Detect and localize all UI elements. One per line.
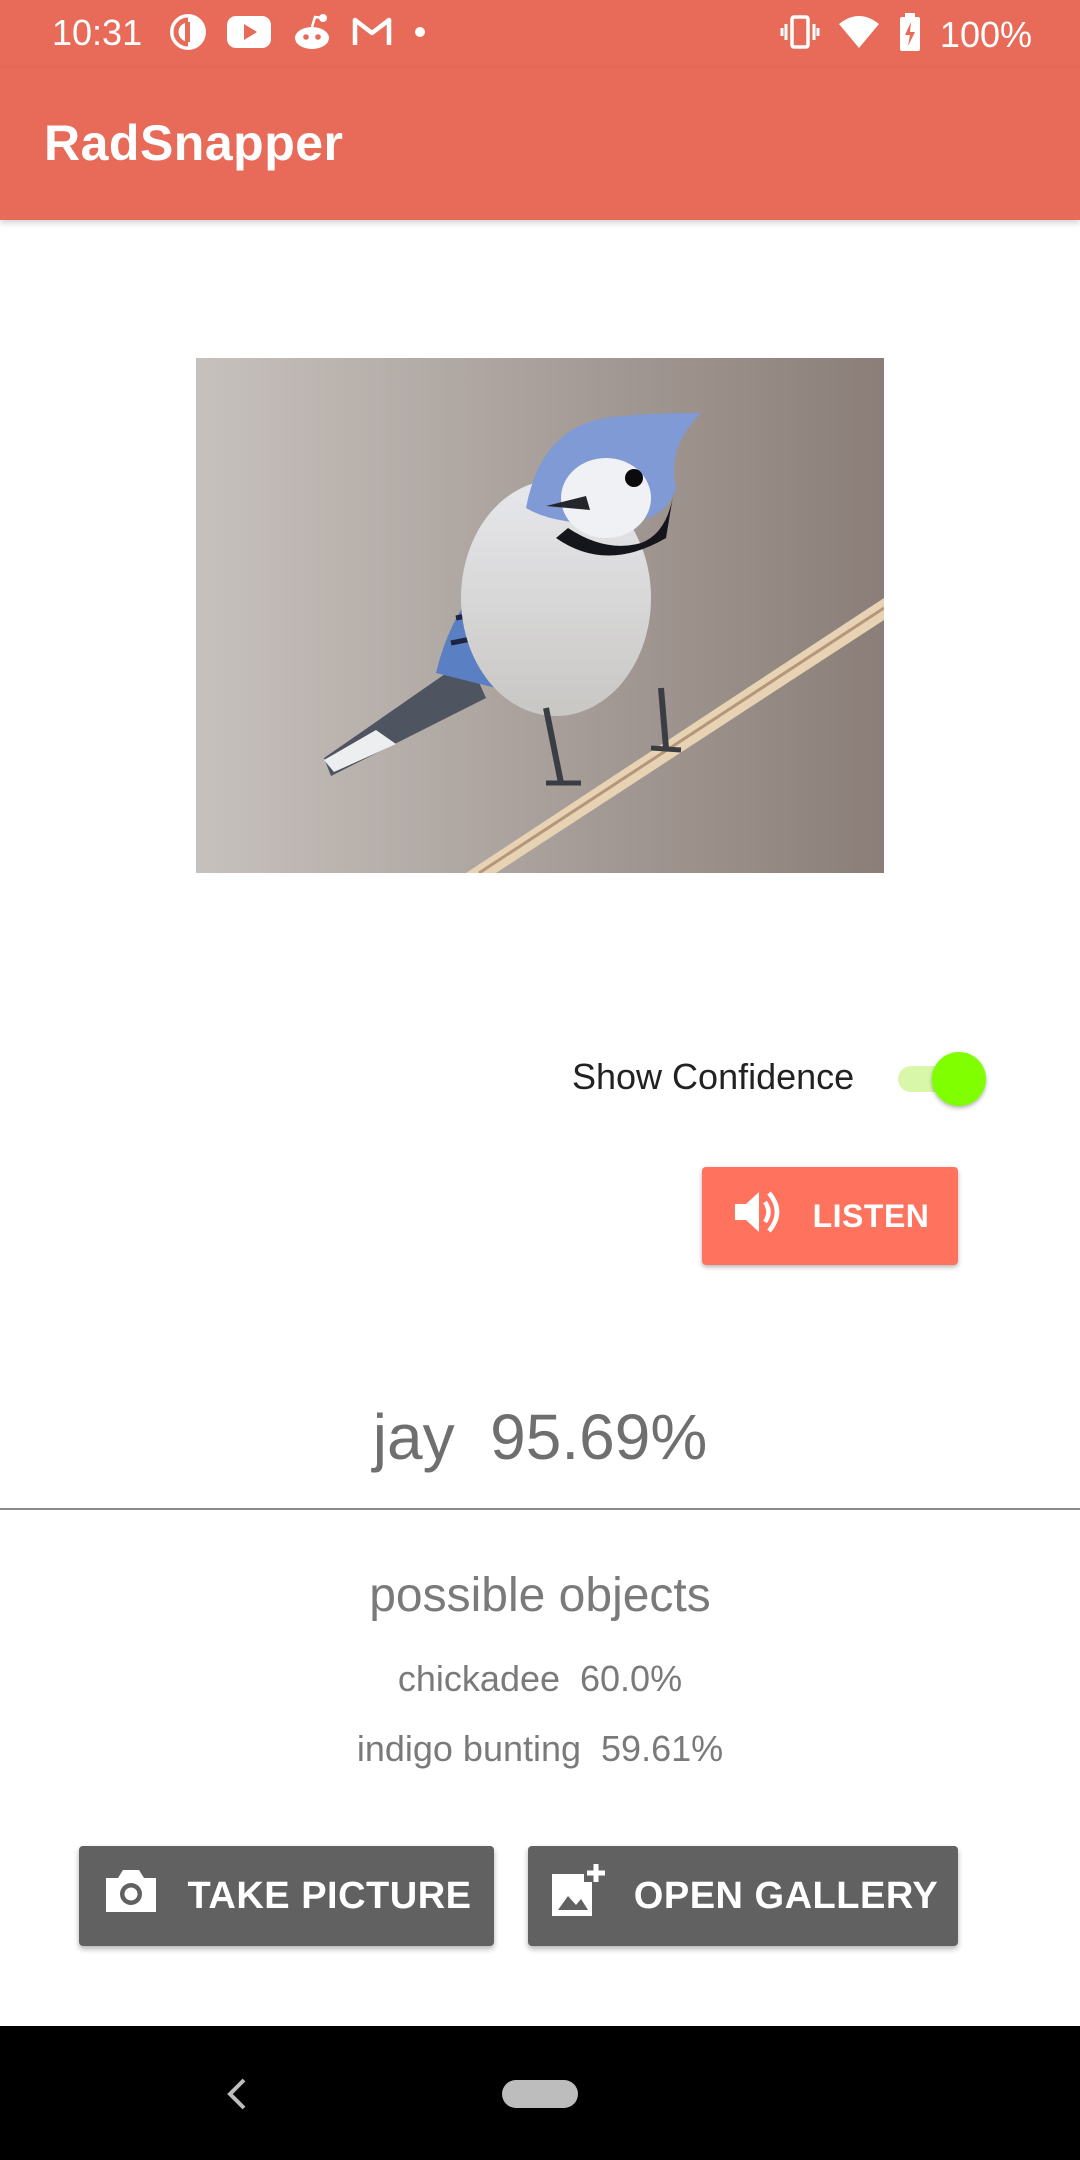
show-confidence-label: Show Confidence — [572, 1056, 855, 1097]
app-title: RadSnapper — [44, 115, 344, 171]
take-picture-button[interactable]: TAKE PICTURE — [79, 1846, 494, 1946]
show-confidence-row: Show Confidence — [572, 1050, 992, 1106]
open-gallery-label: OPEN GALLERY — [633, 1874, 939, 1917]
home-pill-icon[interactable] — [502, 2080, 578, 2108]
possible-objects-header: possible objects — [369, 1569, 711, 1622]
reddit-icon — [290, 12, 334, 57]
listen-label: LISTEN — [812, 1197, 930, 1234]
pocket-casts-icon — [168, 12, 208, 57]
captured-photo — [196, 358, 884, 873]
switch-thumb — [932, 1052, 986, 1106]
take-picture-label: TAKE PICTURE — [187, 1874, 472, 1917]
volume-icon — [731, 1185, 785, 1247]
notification-icons — [168, 12, 430, 57]
divider — [0, 1508, 1080, 1510]
camera-icon — [102, 1866, 160, 1926]
list-item: indigo bunting 59.61% — [356, 1728, 724, 1769]
system-icons: 100% — [780, 12, 1032, 57]
vibrate-icon — [780, 12, 820, 57]
gmail-icon — [352, 15, 392, 54]
youtube-icon — [226, 14, 272, 55]
battery-percentage: 100% — [939, 13, 1032, 55]
notification-dot-icon — [410, 12, 430, 57]
status-time: 10:31 — [52, 12, 143, 53]
back-icon[interactable] — [222, 2074, 252, 2119]
status-bar: 10:31 100% — [0, 0, 1080, 68]
show-confidence-switch[interactable] — [898, 1050, 986, 1106]
wifi-icon — [838, 12, 880, 57]
app-bar: RadSnapper — [0, 68, 1080, 220]
top-prediction: jay 95.69% — [372, 1401, 708, 1473]
navigation-bar — [0, 2026, 1080, 2160]
add-photo-icon — [548, 1862, 606, 1930]
battery-charging-icon — [898, 12, 922, 57]
list-item: chickadee 60.0% — [397, 1658, 683, 1699]
open-gallery-button[interactable]: OPEN GALLERY — [528, 1846, 958, 1946]
listen-button[interactable]: LISTEN — [702, 1167, 958, 1265]
